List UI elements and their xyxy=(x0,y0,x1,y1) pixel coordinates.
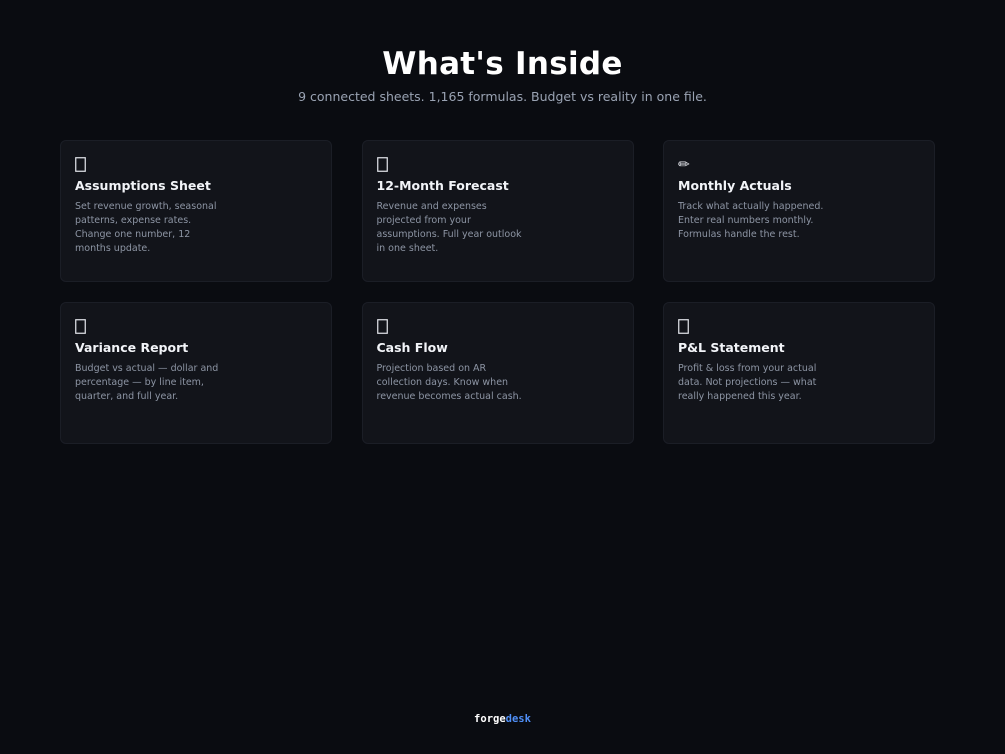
feature-card-assumptions: Assumptions Sheet Set revenue growth, se… xyxy=(60,140,332,282)
feature-card-description: Budget vs actual — dollar and percentage… xyxy=(75,363,219,402)
feature-card-title: Variance Report xyxy=(75,340,189,355)
tofu-box-icon xyxy=(376,319,389,335)
feature-card-title: Monthly Actuals xyxy=(678,178,792,193)
brand-name-part2: desk xyxy=(505,713,531,725)
brand-name-part1: forge xyxy=(474,713,506,725)
tofu-box-icon xyxy=(678,319,690,335)
tofu-box-icon xyxy=(376,157,389,173)
pencil-icon: ✏ xyxy=(678,157,690,173)
feature-card-description: Profit & loss from your actual data. Not… xyxy=(678,363,817,402)
feature-card-title: 12-Month Forecast xyxy=(376,178,509,193)
page-title: What's Inside xyxy=(382,46,623,82)
feature-card-cash-flow: Cash Flow Projection based on AR collect… xyxy=(361,302,634,444)
feature-card-title: Assumptions Sheet xyxy=(75,178,211,193)
feature-grid: Assumptions Sheet Set revenue growth, se… xyxy=(60,140,935,444)
feature-card-description: Projection based on AR collection days. … xyxy=(376,363,522,402)
tofu-box-icon xyxy=(75,157,87,173)
tofu-box-icon xyxy=(75,319,87,335)
feature-card-title: P&L Statement xyxy=(678,340,785,355)
feature-card-actuals: ✏ Monthly Actuals Track what actually ha… xyxy=(663,140,935,282)
feature-card-title: Cash Flow xyxy=(376,340,448,355)
feature-card-description: Revenue and expenses projected from your… xyxy=(376,201,522,254)
feature-card-forecast: 12-Month Forecast Revenue and expenses p… xyxy=(361,140,634,282)
feature-card-description: Set revenue growth, seasonal patterns, e… xyxy=(75,201,217,254)
feature-card-description: Track what actually happened. Enter real… xyxy=(678,201,824,240)
feature-card-variance: Variance Report Budget vs actual — dolla… xyxy=(60,302,332,444)
page-subtitle: 9 connected sheets. 1,165 formulas. Budg… xyxy=(298,89,707,104)
page: What's Inside 9 connected sheets. 1,165 … xyxy=(0,0,1005,754)
feature-card-pnl: P&L Statement Profit & loss from your ac… xyxy=(663,302,935,444)
footer-brand-logo[interactable]: forgedesk xyxy=(0,713,1005,725)
